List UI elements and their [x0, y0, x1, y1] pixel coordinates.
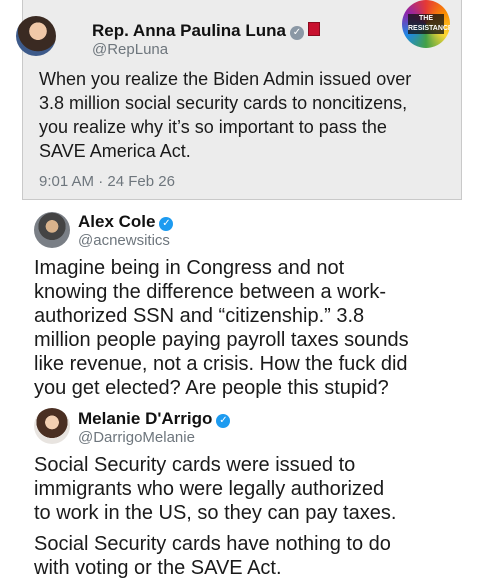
author-name[interactable]: Rep. Anna Paulina Luna ✓: [92, 21, 320, 41]
gray-check-icon: ✓: [289, 26, 304, 40]
author-name[interactable]: Melanie D'Arrigo ✓: [78, 409, 231, 429]
congress-flag-icon: [307, 22, 320, 36]
avatar[interactable]: [16, 16, 56, 56]
author-name-text: Alex Cole: [78, 212, 156, 231]
logo-line1: THE: [419, 15, 433, 22]
author-name[interactable]: Alex Cole ✓: [78, 212, 174, 232]
tweet-text: Imagine being in Congress and not knowin…: [34, 257, 409, 399]
tweet-text: When you realize the Biden Admin issued …: [39, 69, 412, 161]
author-handle[interactable]: @acnewsitics: [78, 232, 170, 249]
avatar[interactable]: [34, 212, 70, 248]
author-handle[interactable]: @RepLuna: [92, 41, 168, 58]
tweet-text: Social Security cards were issued to imm…: [34, 454, 397, 524]
tweet-timestamp[interactable]: 9:01 AM · 24 Feb 26: [39, 173, 175, 190]
logo-line2: RESISTANCE: [408, 25, 450, 32]
tweet-text-second-paragraph: Social Security cards have nothing to do…: [34, 533, 391, 579]
author-name-text: Rep. Anna Paulina Luna: [92, 21, 286, 40]
avatar[interactable]: [34, 408, 70, 444]
blue-check-icon: ✓: [159, 217, 174, 231]
the-resistance-logo: THE RESISTANCE: [402, 0, 450, 48]
author-name-text: Melanie D'Arrigo: [78, 409, 213, 428]
blue-check-icon: ✓: [216, 414, 231, 428]
author-handle[interactable]: @DarrigoMelanie: [78, 429, 195, 446]
